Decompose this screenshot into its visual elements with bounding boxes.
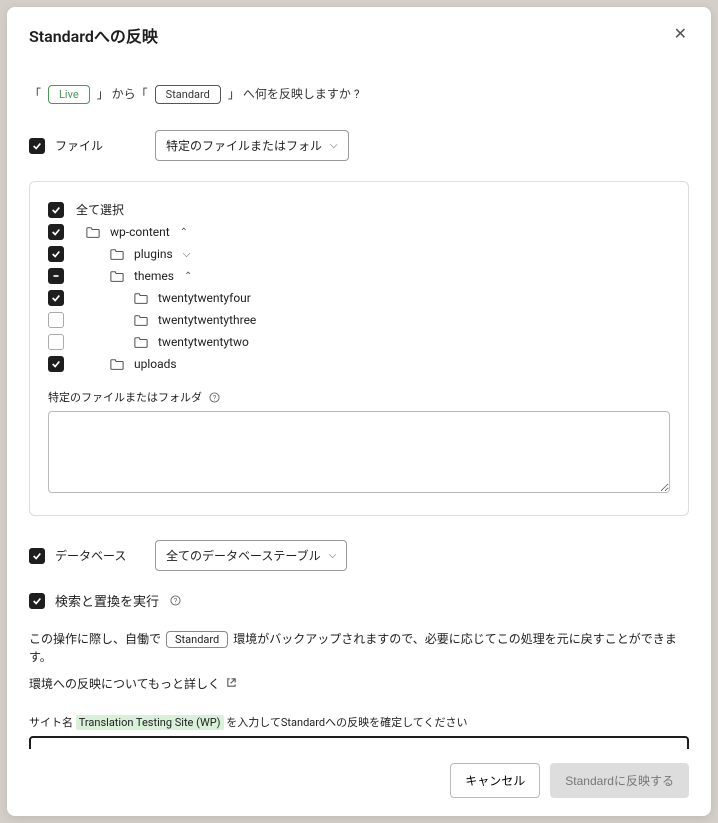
chevron-up-icon[interactable]: ⌃: [184, 271, 192, 282]
modal-dialog: Standardへの反映 ✕ 「 Live 」 から「 Standard 」 へ…: [7, 7, 711, 816]
chevron-down-icon[interactable]: ⌵: [183, 249, 191, 260]
specific-files-textarea[interactable]: [48, 411, 670, 493]
help-icon[interactable]: ?: [169, 595, 181, 607]
check-icon: [32, 596, 42, 606]
tree-item-label[interactable]: uploads: [134, 357, 177, 371]
tree-row: plugins ⌵: [48, 243, 670, 265]
close-button[interactable]: ✕: [670, 23, 691, 47]
svg-text:?: ?: [212, 393, 216, 402]
folder-icon: [110, 248, 124, 260]
close-icon: ✕: [674, 26, 687, 43]
tree-checkbox[interactable]: [48, 290, 64, 306]
modal-body: 「 Live 」 から「 Standard 」 へ何を反映しますか ? ファイル…: [7, 59, 711, 749]
modal-footer: キャンセル Standardに反映する: [7, 749, 711, 816]
select-all-checkbox[interactable]: [48, 202, 64, 218]
folder-icon: [86, 226, 100, 238]
database-label: データベース: [55, 547, 145, 564]
tree-item-label[interactable]: plugins: [134, 247, 173, 261]
check-icon: [32, 141, 42, 151]
target-env-pill: Standard: [155, 85, 221, 104]
tree-row: wp-content ⌃: [48, 221, 670, 243]
database-dropdown[interactable]: 全てのデータベーステーブル ⌵: [155, 540, 347, 571]
folder-icon: [110, 270, 124, 282]
confirm-label: サイト名 Translation Testing Site (WP) を入力して…: [29, 714, 689, 730]
tree-row: twentytwentyfour: [48, 287, 670, 309]
tree-row: themes ⌃: [48, 265, 670, 287]
folder-icon: [134, 292, 148, 304]
source-env-pill: Live: [48, 85, 90, 104]
modal-title: Standardへの反映: [29, 23, 158, 47]
backup-env-pill: Standard: [166, 631, 228, 648]
tree-row: twentytwentythree: [48, 309, 670, 331]
search-replace-section: 検索と置換を実行 ?: [29, 591, 689, 610]
tree-item-label[interactable]: wp-content: [110, 225, 170, 239]
files-label: ファイル: [55, 137, 145, 154]
confirm-input[interactable]: [29, 736, 689, 749]
chevron-up-icon[interactable]: ⌃: [180, 227, 188, 238]
database-section: データベース 全てのデータベーステーブル ⌵: [29, 540, 689, 571]
tree-row: twentytwentytwo: [48, 331, 670, 353]
learn-more-link[interactable]: 環境への反映についてもっと詳しく: [29, 675, 220, 692]
select-all-label: 全て選択: [76, 201, 124, 218]
tree-checkbox[interactable]: [48, 224, 64, 240]
file-tree-container: 全て選択 wp-content ⌃ plugins ⌵ themes ⌃ twentytwe…: [29, 181, 689, 516]
folder-icon: [110, 358, 124, 370]
specific-files-label-row: 特定のファイルまたはフォルダ ?: [48, 389, 670, 405]
tree-item-label[interactable]: twentytwentyfour: [158, 291, 251, 305]
tree-checkbox[interactable]: [48, 334, 64, 350]
check-icon: [32, 551, 42, 561]
files-section: ファイル 特定のファイルまたはフォル ⌵: [29, 130, 689, 161]
learn-more-row[interactable]: 環境への反映についてもっと詳しく: [29, 675, 689, 692]
select-all-row: 全て選択: [48, 198, 670, 221]
files-checkbox[interactable]: [29, 138, 45, 154]
tree-item-label[interactable]: twentytwentythree: [158, 313, 256, 327]
help-icon[interactable]: ?: [208, 391, 220, 403]
tree-item-label[interactable]: themes: [134, 269, 174, 283]
files-dropdown[interactable]: 特定のファイルまたはフォル ⌵: [155, 130, 349, 161]
cancel-button[interactable]: キャンセル: [450, 763, 540, 798]
check-icon: [51, 205, 61, 215]
svg-text:?: ?: [173, 596, 177, 605]
submit-button[interactable]: Standardに反映する: [550, 763, 689, 798]
tree-item-label[interactable]: twentytwentytwo: [158, 335, 249, 349]
search-replace-label: 検索と置換を実行: [55, 591, 159, 610]
external-link-icon: [226, 677, 237, 691]
modal-header: Standardへの反映 ✕: [7, 7, 711, 59]
tree-checkbox[interactable]: [48, 268, 64, 284]
chevron-down-icon: ⌵: [330, 140, 338, 151]
tree-checkbox[interactable]: [48, 246, 64, 262]
folder-icon: [134, 314, 148, 326]
database-checkbox[interactable]: [29, 548, 45, 564]
tree-checkbox[interactable]: [48, 312, 64, 328]
site-name-highlight: Translation Testing Site (WP): [76, 715, 224, 730]
search-replace-checkbox[interactable]: [29, 593, 45, 609]
specific-files-label: 特定のファイルまたはフォルダ: [48, 389, 202, 405]
tree-checkbox[interactable]: [48, 356, 64, 372]
chevron-down-icon: ⌵: [329, 550, 337, 561]
source-target-line: 「 Live 」 から「 Standard 」 へ何を反映しますか ?: [29, 85, 689, 104]
tree-row: uploads: [48, 353, 670, 375]
folder-icon: [134, 336, 148, 348]
backup-note: この操作に際し、自働で Standard 環境がバックアップされますので、必要に…: [29, 630, 689, 665]
